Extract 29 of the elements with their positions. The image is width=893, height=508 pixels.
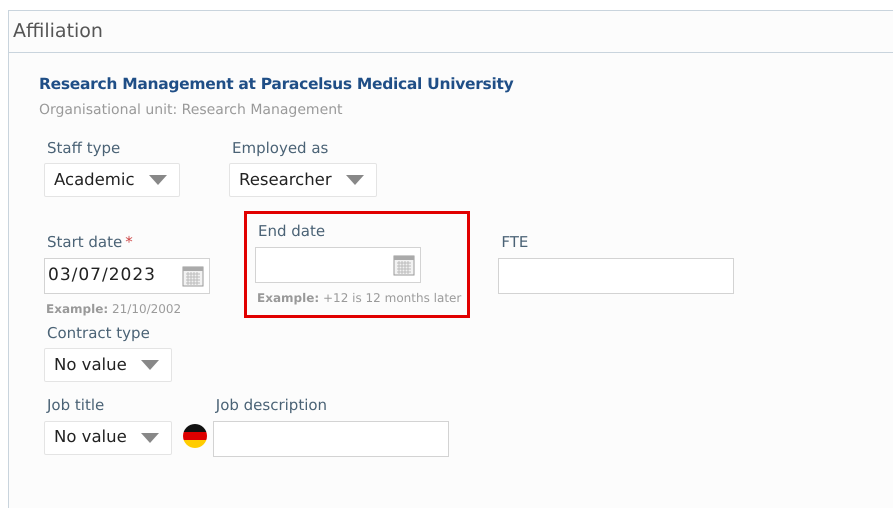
text-field[interactable] [498, 258, 734, 294]
field-label: Start date [47, 233, 122, 252]
caret-icon [140, 432, 159, 443]
required-mark: * [125, 233, 133, 252]
calendar-icon[interactable] [392, 252, 416, 277]
dropdown[interactable]: Academic [44, 163, 180, 198]
text-field[interactable] [212, 420, 449, 457]
organisation-name: Research Management at Paracelsus Medical University [39, 74, 514, 94]
field-label: Job title [47, 396, 104, 414]
dropdown[interactable]: Researcher [229, 163, 377, 198]
field-label: Contract type [47, 324, 150, 342]
field-label: Employed as [232, 138, 328, 157]
organisational-unit: Organisational unit: Research Management [39, 100, 344, 120]
date-field[interactable]: 03/07/2023 [44, 258, 210, 294]
dropdown[interactable]: No value [44, 348, 172, 382]
panel-title: Affiliation [13, 20, 103, 42]
field-label: End date [258, 222, 326, 240]
dropdown[interactable]: No value [44, 420, 172, 455]
example-hint: Example: +12 is 12 months later [257, 290, 462, 307]
calendar-icon[interactable] [181, 264, 205, 288]
field-label: Staff type [47, 138, 120, 157]
field-label: FTE [501, 233, 528, 252]
caret-icon [346, 175, 364, 186]
field-label: Job description [216, 396, 328, 414]
flag-icon[interactable] [182, 422, 208, 449]
date-field[interactable] [255, 246, 421, 283]
example-hint: Example: 21/10/2002 [46, 300, 182, 318]
caret-icon [148, 175, 167, 186]
caret-icon [140, 360, 159, 370]
